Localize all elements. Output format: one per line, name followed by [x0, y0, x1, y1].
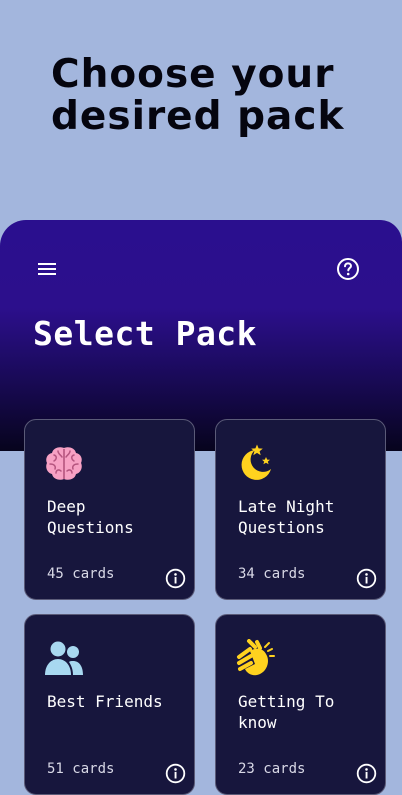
pack-card-late-night-questions[interactable]: Late Night Questions 34 cards [215, 419, 386, 600]
pack-card-best-friends[interactable]: Best Friends 51 cards [24, 614, 195, 795]
info-icon[interactable] [356, 568, 377, 589]
menu-button[interactable] [36, 259, 58, 279]
pack-name: Deep Questions [47, 497, 134, 537]
section-title: Select Pack [33, 314, 258, 353]
pack-count: 34 cards [238, 566, 306, 582]
pack-count: 51 cards [47, 761, 115, 777]
info-icon[interactable] [356, 763, 377, 784]
pack-count: 23 cards [238, 761, 306, 777]
pack-name: Best Friends [47, 692, 163, 711]
waving-hands-icon [237, 639, 275, 676]
info-icon[interactable] [165, 763, 186, 784]
pack-name: Getting To know [238, 692, 335, 732]
pack-card-deep-questions[interactable]: Deep Questions 45 cards [24, 419, 195, 600]
page-title: Choose your desired pack [51, 52, 345, 139]
user-group-icon [45, 641, 83, 675]
moon-stars-icon [241, 444, 271, 480]
question-circle-icon [337, 258, 359, 280]
info-icon[interactable] [165, 568, 186, 589]
help-button[interactable] [336, 257, 360, 281]
pack-count: 45 cards [47, 566, 115, 582]
pack-name: Late Night Questions [238, 497, 335, 537]
pack-card-getting-to-know[interactable]: Getting To know 23 cards [215, 614, 386, 795]
brain-icon [46, 447, 82, 480]
hamburger-menu-icon [38, 263, 56, 275]
